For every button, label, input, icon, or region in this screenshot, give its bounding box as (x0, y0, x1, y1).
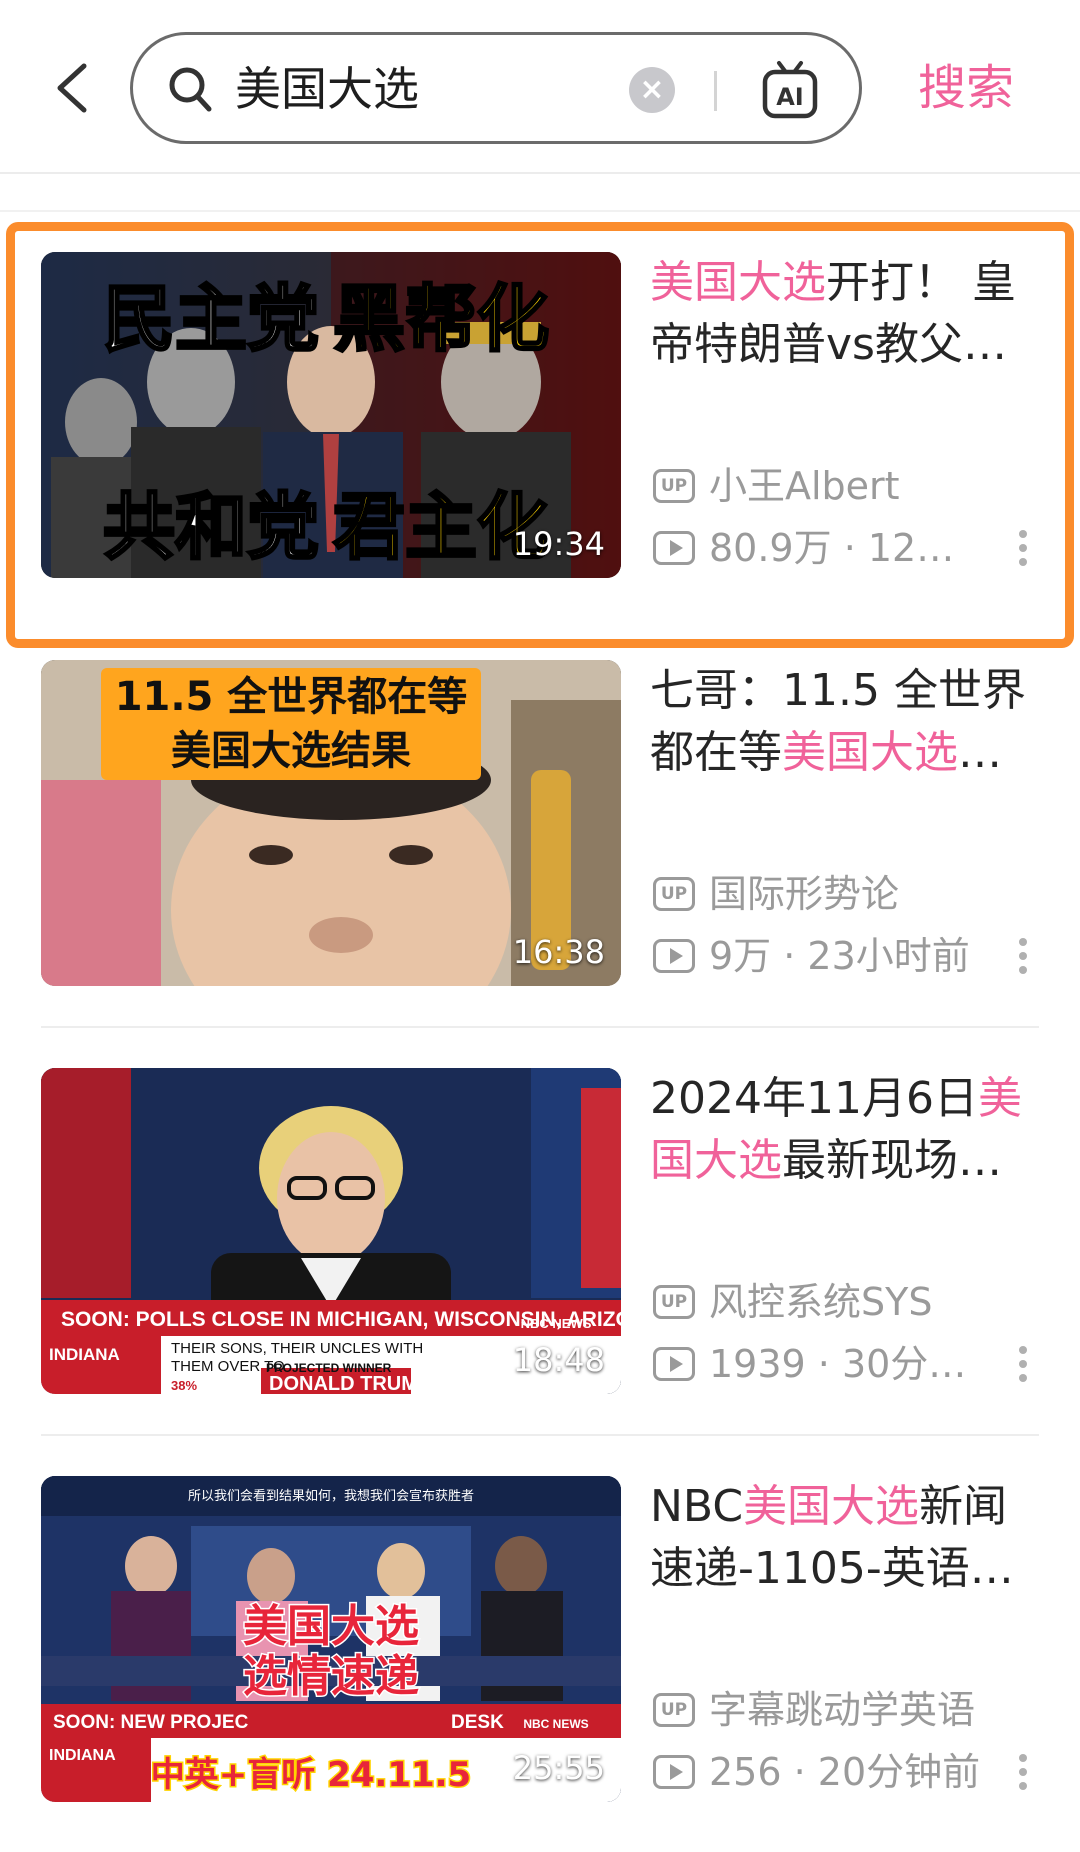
ai-search-icon[interactable]: AI (761, 59, 819, 121)
search-header: 美国大选 × AI 搜索 (0, 0, 1080, 176)
search-divider (714, 71, 717, 111)
uploader-name[interactable]: 字幕跳动学英语 (709, 1686, 975, 1734)
thumb-subheadline: 中英+盲听 24.11.5 (151, 1755, 471, 1795)
uploader-row[interactable]: UP 风控系统SYS (653, 1278, 932, 1326)
ticker-desk: DESK (451, 1712, 504, 1733)
thumb-headline-top-left: 民主党 (103, 277, 319, 361)
search-input[interactable]: 美国大选 × AI (130, 32, 862, 144)
stats-row: 9万 · 23小时前 (653, 932, 970, 980)
video-title[interactable]: 2024年11月6日美国大选最新现场… (650, 1068, 1035, 1192)
title-keyword-highlight: 美国大选 (743, 1481, 920, 1532)
up-icon: UP (653, 1285, 695, 1319)
video-duration: 16:38 (512, 933, 605, 971)
video-thumbnail[interactable]: 民主党 黑帮化 共和党 君主化 19:34 (41, 252, 621, 578)
uploader-name[interactable]: 风控系统SYS (709, 1278, 932, 1326)
header-divider (0, 172, 1080, 174)
title-suffix: … (958, 727, 1002, 778)
title-prefix: NBC (650, 1481, 744, 1532)
ticker-state: INDIANA (49, 1345, 120, 1364)
network-logo: NBC NEWS (521, 1316, 592, 1331)
play-count-icon (653, 1755, 695, 1789)
ticker-headline: SOON: NEW PROJEC (53, 1712, 249, 1733)
video-thumbnail[interactable]: 11.5 全世界都在等 美国大选结果 16:38 (41, 660, 621, 986)
thumb-headline-bottom-left: 共和党 (103, 485, 319, 569)
uploader-name[interactable]: 国际形势论 (709, 870, 899, 918)
more-options-icon[interactable] (1016, 530, 1030, 574)
thumb-headline-bottom: 选情速递 (243, 1651, 419, 1702)
title-keyword-highlight: 美国大选 (650, 257, 826, 308)
search-icon (167, 65, 215, 115)
uploader-name[interactable]: 小王Albert (709, 462, 900, 510)
thumb-headline-top: 美国大选 (243, 1601, 419, 1652)
up-icon: UP (653, 469, 695, 503)
play-count-icon (653, 531, 695, 565)
stats-row: 256 · 20分钟前 (653, 1748, 980, 1796)
up-icon: UP (653, 1693, 695, 1727)
ticker-percent: 38% (171, 1378, 197, 1393)
video-title[interactable]: NBC美国大选新闻速递-1105-英语… (650, 1476, 1035, 1600)
search-query-text[interactable]: 美国大选 (235, 57, 419, 121)
view-stats: 80.9万 · 12… (709, 526, 955, 570)
clear-search-icon[interactable]: × (629, 67, 675, 113)
thumb-subtitle-caption: 所以我们会看到结果如何，我想我们会宣布获胜者 (188, 1488, 474, 1504)
up-icon: UP (653, 877, 695, 911)
uploader-row[interactable]: UP 字幕跳动学英语 (653, 1686, 975, 1734)
play-count-icon (653, 939, 695, 973)
video-result-2[interactable]: 11.5 全世界都在等 美国大选结果 16:38 七哥：11.5 全世界都在等美… (0, 620, 1080, 1028)
ticker-caption-line1: THEIR SONS, THEIR UNCLES WITH (171, 1340, 423, 1357)
ticker-state: INDIANA (49, 1747, 116, 1764)
more-options-icon[interactable] (1016, 938, 1030, 982)
thumb-headline-top-right: 黑帮化 (333, 277, 549, 361)
video-thumbnail[interactable]: 所以我们会看到结果如何，我想我们会宣布获胜者 SOON: NEW PROJEC … (41, 1476, 621, 1802)
play-count-icon (653, 1347, 695, 1381)
title-prefix: 2024年11月6日 (650, 1073, 978, 1124)
back-icon[interactable] (52, 60, 92, 116)
video-thumbnail[interactable]: SOON: POLLS CLOSE IN MICHIGAN, WISCONSIN… (41, 1068, 621, 1394)
video-title[interactable]: 美国大选开打！ 皇帝特朗普vs教父… (650, 252, 1035, 376)
video-title[interactable]: 七哥：11.5 全世界都在等美国大选… (650, 660, 1035, 784)
view-stats: 9万 · 23小时前 (709, 934, 970, 978)
title-keyword-highlight: 美国大选 (782, 727, 958, 778)
uploader-row[interactable]: UP 国际形势论 (653, 870, 899, 918)
video-result-1[interactable]: 民主党 黑帮化 共和党 君主化 19:34 美国大选开打！ 皇帝特朗普vs教父…… (0, 212, 1080, 620)
ticker-winner: DONALD TRUMP (269, 1373, 431, 1394)
video-duration: 19:34 (512, 525, 605, 563)
view-stats: 1939 · 30分… (709, 1342, 967, 1386)
thumb-headline-top: 11.5 全世界都在等 (115, 674, 468, 720)
search-button[interactable]: 搜索 (918, 54, 1014, 122)
stats-row: 1939 · 30分… (653, 1340, 966, 1388)
video-duration: 18:48 (512, 1341, 605, 1379)
video-result-4[interactable]: 所以我们会看到结果如何，我想我们会宣布获胜者 SOON: NEW PROJEC … (0, 1436, 1080, 1844)
uploader-row[interactable]: UP 小王Albert (653, 462, 900, 510)
network-logo: NBC NEWS (523, 1717, 588, 1731)
title-suffix: 最新现场… (782, 1135, 1002, 1186)
more-options-icon[interactable] (1016, 1754, 1030, 1798)
view-stats: 256 · 20分钟前 (709, 1750, 981, 1794)
more-options-icon[interactable] (1016, 1346, 1030, 1390)
video-duration: 25:55 (512, 1749, 605, 1787)
thumb-headline-bottom: 美国大选结果 (171, 728, 411, 774)
ai-label: AI (776, 83, 804, 111)
video-result-3[interactable]: SOON: POLLS CLOSE IN MICHIGAN, WISCONSIN… (0, 1028, 1080, 1436)
stats-row: 80.9万 · 12… (653, 524, 954, 572)
